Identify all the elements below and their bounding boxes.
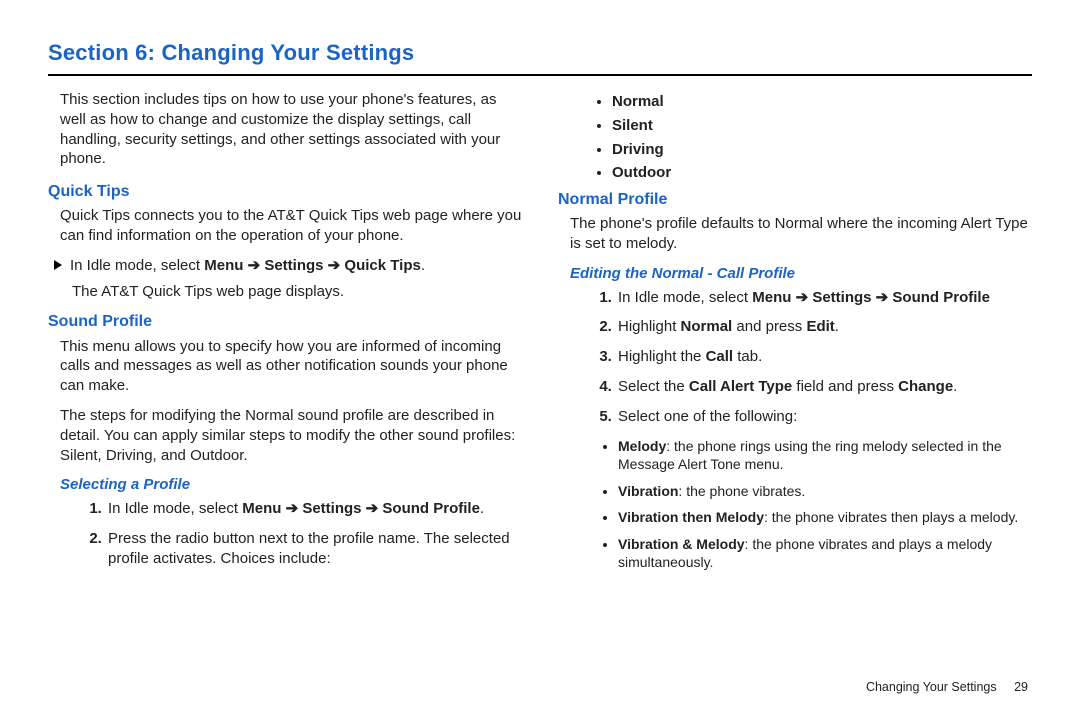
list-item: In Idle mode, select Menu ➔ Settings ➔ S…: [616, 288, 1032, 308]
arrow-icon: ➔: [281, 500, 302, 517]
normal-profile-body: The phone's profile defaults to Normal w…: [558, 214, 1032, 254]
option-name: Vibration & Melody: [618, 536, 745, 552]
list-item: Vibration & Melody: the phone vibrates a…: [618, 535, 1032, 572]
left-column: This section includes tips on how to use…: [48, 90, 522, 579]
option-desc: : the phone vibrates.: [678, 483, 805, 499]
menu-label: Menu: [242, 500, 281, 517]
page-footer: Changing Your Settings 29: [866, 680, 1028, 694]
list-item: Silent: [612, 116, 1032, 136]
call-label: Call: [706, 348, 734, 365]
list-item: Melody: the phone rings using the ring m…: [618, 437, 1032, 474]
edit-label: Edit: [806, 318, 834, 335]
selecting-profile-heading: Selecting a Profile: [48, 475, 522, 495]
option-desc: : the phone vibrates then plays a melody…: [764, 509, 1018, 525]
right-column: Normal Silent Driving Outdoor Normal Pro…: [558, 90, 1032, 579]
call-alert-type-label: Call Alert Type: [689, 378, 792, 395]
list-item: Vibration: the phone vibrates.: [618, 482, 1032, 500]
text: .: [953, 378, 957, 395]
option-name: Melody: [618, 438, 666, 454]
editing-normal-call-heading: Editing the Normal - Call Profile: [558, 264, 1032, 284]
text: .: [480, 500, 484, 517]
text: .: [835, 318, 839, 335]
text: and press: [732, 318, 806, 335]
list-item: Select the Call Alert Type field and pre…: [616, 377, 1032, 397]
text: In Idle mode, select: [108, 500, 242, 517]
text: field and press: [792, 378, 898, 395]
quick-tips-body: Quick Tips connects you to the AT&T Quic…: [48, 206, 522, 246]
sound-profile-p1: This menu allows you to specify how you …: [48, 337, 522, 396]
triangle-bullet-icon: [54, 260, 62, 270]
text: In Idle mode, select: [618, 289, 752, 306]
sound-profile-label: Sound Profile: [382, 500, 480, 517]
selecting-profile-steps: In Idle mode, select Menu ➔ Settings ➔ S…: [48, 499, 522, 568]
list-item: Highlight the Call tab.: [616, 347, 1032, 367]
sound-profile-heading: Sound Profile: [48, 311, 522, 332]
profile-choice-list: Normal Silent Driving Outdoor: [558, 92, 1032, 183]
quick-tips-label: Quick Tips: [344, 257, 420, 274]
normal-profile-heading: Normal Profile: [558, 189, 1032, 210]
list-item: Select one of the following:: [616, 407, 1032, 427]
quick-tips-step: In Idle mode, select Menu ➔ Settings ➔ Q…: [54, 256, 522, 276]
text: Highlight the: [618, 348, 706, 365]
quick-tips-heading: Quick Tips: [48, 181, 522, 202]
list-item: Press the radio button next to the profi…: [106, 529, 522, 569]
list-item: Outdoor: [612, 163, 1032, 183]
intro-paragraph: This section includes tips on how to use…: [48, 90, 522, 169]
text: tab.: [733, 348, 762, 365]
sound-profile-label: Sound Profile: [892, 289, 990, 306]
text: .: [421, 257, 425, 274]
option-desc: : the phone rings using the ring melody …: [618, 438, 1002, 472]
list-item: Highlight Normal and press Edit.: [616, 317, 1032, 337]
settings-label: Settings: [264, 257, 323, 274]
menu-label: Menu: [204, 257, 243, 274]
option-name: Vibration then Melody: [618, 509, 764, 525]
sound-profile-p2: The steps for modifying the Normal sound…: [48, 406, 522, 465]
list-item: Driving: [612, 140, 1032, 160]
arrow-icon: ➔: [872, 289, 893, 306]
settings-label: Settings: [302, 500, 361, 517]
arrow-icon: ➔: [791, 289, 812, 306]
quick-tips-after: The AT&T Quick Tips web page displays.: [48, 282, 522, 302]
section-title: Section 6: Changing Your Settings: [48, 40, 1032, 66]
title-rule: [48, 74, 1032, 76]
normal-label: Normal: [681, 318, 733, 335]
footer-label: Changing Your Settings: [866, 680, 997, 694]
option-name: Vibration: [618, 483, 678, 499]
list-item: Vibration then Melody: the phone vibrate…: [618, 508, 1032, 526]
quick-tips-step-text: In Idle mode, select Menu ➔ Settings ➔ Q…: [70, 256, 425, 276]
change-label: Change: [898, 378, 953, 395]
text: In Idle mode, select: [70, 257, 204, 274]
page-number: 29: [1014, 680, 1028, 694]
text: Select the: [618, 378, 689, 395]
arrow-icon: ➔: [362, 500, 383, 517]
settings-label: Settings: [812, 289, 871, 306]
list-item: Normal: [612, 92, 1032, 112]
alert-type-options: Melody: the phone rings using the ring m…: [558, 437, 1032, 572]
two-column-layout: This section includes tips on how to use…: [48, 90, 1032, 579]
editing-steps: In Idle mode, select Menu ➔ Settings ➔ S…: [558, 288, 1032, 427]
list-item: In Idle mode, select Menu ➔ Settings ➔ S…: [106, 499, 522, 519]
menu-label: Menu: [752, 289, 791, 306]
page: Section 6: Changing Your Settings This s…: [0, 0, 1080, 720]
arrow-icon: ➔: [324, 257, 345, 274]
arrow-icon: ➔: [243, 257, 264, 274]
text: Highlight: [618, 318, 681, 335]
